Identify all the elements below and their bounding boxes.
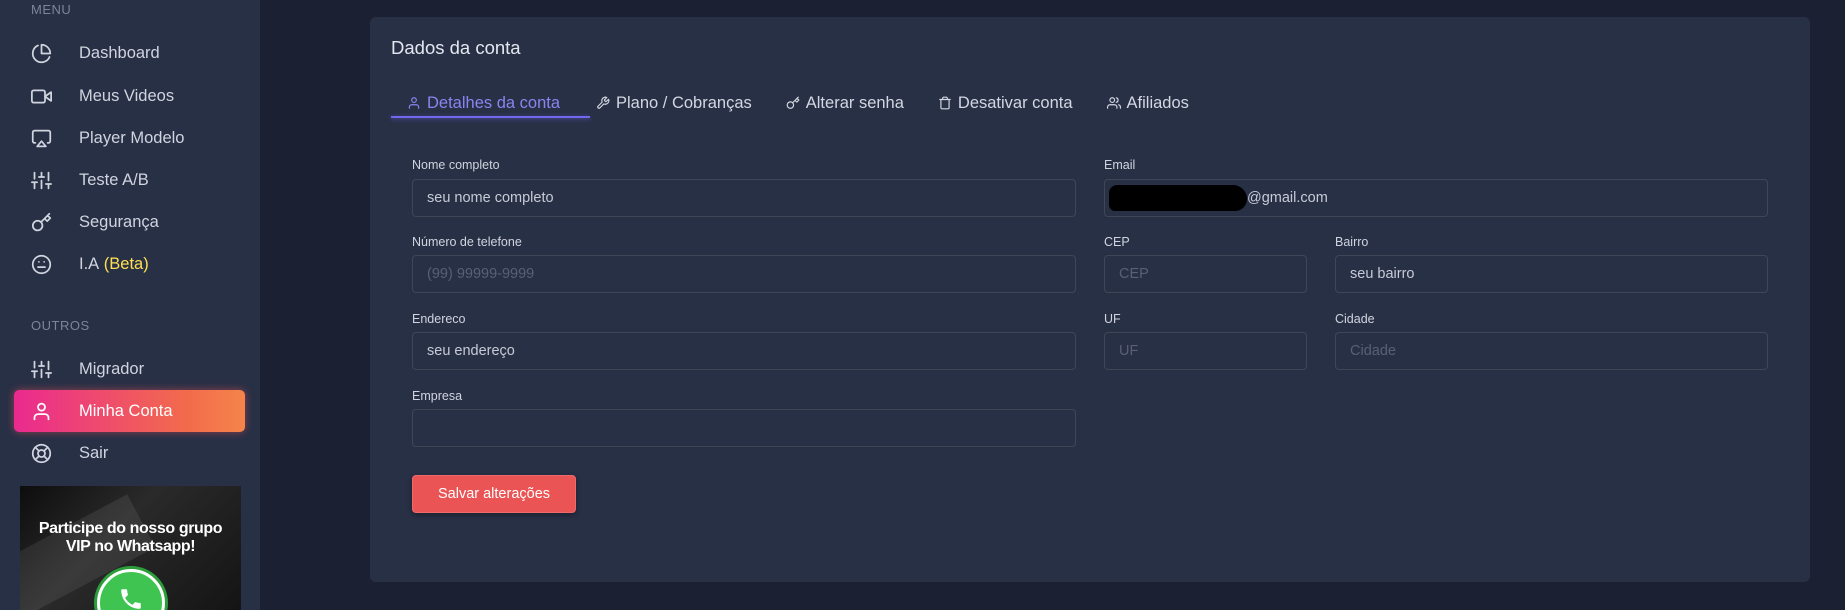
cep-input[interactable]: CEP	[1104, 255, 1307, 293]
bairro-input[interactable]: seu bairro	[1335, 255, 1768, 293]
key-icon	[786, 96, 800, 109]
tab-label: Detalhes da conta	[427, 93, 561, 112]
nav-item-label: Meus Videos	[79, 86, 175, 105]
nav-item-dashboard[interactable]: Dashboard	[14, 32, 245, 74]
nav-item-label: Teste A/B	[79, 170, 149, 189]
others-section-title: OUTROS	[31, 318, 90, 333]
banner-text: Participe do nosso grupo VIP no Whatsapp…	[38, 520, 223, 555]
nome-label: Nome completo	[412, 158, 500, 172]
nav-item-teste-ab[interactable]: Teste A/B	[14, 159, 245, 201]
cidade-input[interactable]: Cidade	[1335, 332, 1768, 370]
uf-input[interactable]: UF	[1104, 332, 1307, 370]
sliders-icon	[29, 168, 53, 192]
nav-item-minha-conta[interactable]: Minha Conta	[14, 390, 245, 432]
tab-desativar-conta[interactable]: Desativar conta	[938, 88, 1073, 118]
empresa-label: Empresa	[412, 389, 463, 403]
nav-item-label: Dashboard	[79, 43, 160, 62]
tab-alterar-senha[interactable]: Alterar senha	[786, 88, 904, 118]
save-button[interactable]: Salvar alterações	[412, 475, 576, 513]
telefone-label: Número de telefone	[412, 235, 522, 249]
airplay-icon	[29, 126, 53, 150]
active-tab-indicator	[391, 116, 590, 118]
bairro-label: Bairro	[1335, 235, 1369, 249]
whatsapp-group-banner[interactable]: Participe do nosso grupo VIP no Whatsapp…	[20, 486, 241, 610]
nav-item-label: Player Modelo	[79, 128, 185, 147]
smile-icon	[29, 252, 53, 276]
email-value: @gmail.com	[1247, 190, 1328, 206]
email-input[interactable]: @gmail.com	[1104, 179, 1768, 217]
tab-label: Alterar senha	[805, 93, 904, 112]
nav-item-label: Minha Conta	[79, 401, 173, 420]
tab-detalhes-da-conta[interactable]: Detalhes da conta	[407, 88, 560, 118]
tool-icon	[597, 96, 610, 109]
empresa-input[interactable]	[412, 409, 1076, 447]
card-title: Dados da conta	[391, 37, 521, 58]
user-icon	[29, 399, 53, 423]
nav-item-seguranca[interactable]: Segurança	[14, 201, 245, 243]
user-icon	[408, 97, 420, 109]
uf-label: UF	[1104, 312, 1121, 326]
life-buoy-icon	[29, 441, 53, 465]
video-icon	[29, 84, 53, 108]
nav-item-label: Sair	[79, 443, 109, 462]
account-card: Dados da conta Detalhes da conta Plano /…	[370, 17, 1810, 582]
redacted-area	[1109, 185, 1247, 211]
nav-item-label: Migrador	[79, 359, 145, 378]
email-label: Email	[1104, 158, 1136, 172]
tab-label: Afiliados	[1126, 93, 1189, 112]
endereco-label: Endereco	[412, 312, 466, 326]
pie-chart-icon	[29, 41, 53, 65]
nav-item-sair[interactable]: Sair	[14, 432, 245, 474]
trash-icon	[939, 96, 951, 110]
users-icon	[1106, 97, 1121, 109]
tab-label: Desativar conta	[957, 93, 1073, 112]
cep-label: CEP	[1104, 235, 1130, 249]
nome-input[interactable]: seu nome completo	[412, 179, 1076, 217]
tab-label: Plano / Cobranças	[616, 93, 752, 112]
beta-badge: (Beta)	[103, 254, 149, 273]
sidebar: MENU Dashboard Meus Videos Player Modelo…	[0, 0, 260, 610]
nav-item-label: I.A	[79, 254, 100, 273]
account-tabs: Detalhes da conta Plano / Cobranças Alte…	[391, 88, 1223, 118]
telefone-input[interactable]: (99) 99999-9999	[412, 255, 1076, 293]
sliders-icon	[29, 357, 53, 381]
nav-item-meus-videos[interactable]: Meus Videos	[14, 75, 245, 117]
tab-afiliados[interactable]: Afiliados	[1106, 88, 1189, 118]
endereco-input[interactable]: seu endereço	[412, 332, 1076, 370]
nav-item-label: Segurança	[79, 212, 159, 231]
nav-item-migrador[interactable]: Migrador	[14, 348, 245, 390]
whatsapp-icon	[97, 569, 165, 610]
key-icon	[29, 210, 53, 234]
nav-item-player-modelo[interactable]: Player Modelo	[14, 117, 245, 159]
cidade-label: Cidade	[1335, 312, 1375, 326]
menu-section-title: MENU	[31, 2, 72, 17]
tab-plano-cobrancas[interactable]: Plano / Cobranças	[596, 88, 752, 118]
nav-item-ia[interactable]: I.A (Beta)	[14, 243, 245, 285]
